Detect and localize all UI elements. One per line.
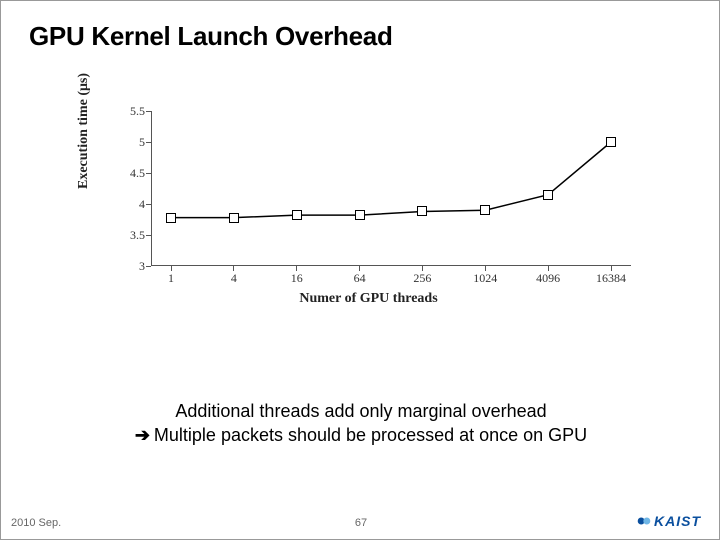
- footer-page-number: 67: [1, 517, 720, 529]
- x-tick-mark: [233, 266, 234, 271]
- x-tick-label: 16: [291, 271, 303, 286]
- caption-line-1: Additional threads add only marginal ove…: [1, 401, 720, 422]
- x-tick-label: 16384: [596, 271, 626, 286]
- data-point-marker: [606, 137, 616, 147]
- y-tick-label: 5.5: [115, 104, 145, 119]
- y-tick-label: 3.5: [115, 228, 145, 243]
- x-tick-mark: [422, 266, 423, 271]
- y-tick-label: 5: [115, 135, 145, 150]
- y-tick-mark: [146, 266, 151, 267]
- y-tick-mark: [146, 204, 151, 205]
- page-title: GPU Kernel Launch Overhead: [29, 21, 393, 52]
- y-tick-mark: [146, 235, 151, 236]
- y-tick-mark: [146, 142, 151, 143]
- x-tick-label: 64: [354, 271, 366, 286]
- chart: Execution time (μs) Numer of GPU threads…: [91, 101, 646, 311]
- logo-text: KAIST: [654, 513, 701, 529]
- data-point-marker: [480, 205, 490, 215]
- y-tick-mark: [146, 111, 151, 112]
- x-tick-label: 1: [168, 271, 174, 286]
- x-tick-label: 256: [413, 271, 431, 286]
- x-axis-label: Numer of GPU threads: [91, 291, 646, 307]
- y-tick-label: 4.5: [115, 166, 145, 181]
- logo-icon: [637, 514, 651, 528]
- data-point-marker: [543, 190, 553, 200]
- arrow-right-icon: ➔: [135, 425, 150, 445]
- data-point-marker: [417, 206, 427, 216]
- y-tick-label: 3: [115, 259, 145, 274]
- slide: GPU Kernel Launch Overhead Execution tim…: [0, 0, 720, 540]
- x-tick-mark: [296, 266, 297, 271]
- x-tick-mark: [548, 266, 549, 271]
- x-tick-mark: [485, 266, 486, 271]
- data-point-marker: [292, 210, 302, 220]
- y-tick-mark: [146, 173, 151, 174]
- data-point-marker: [166, 213, 176, 223]
- x-tick-mark: [359, 266, 360, 271]
- x-tick-label: 1024: [473, 271, 497, 286]
- x-tick-label: 4096: [536, 271, 560, 286]
- x-tick-mark: [171, 266, 172, 271]
- x-tick-label: 4: [231, 271, 237, 286]
- chart-line: [151, 111, 631, 266]
- caption-line-2: ➔Multiple packets should be processed at…: [1, 425, 720, 446]
- caption-line-2-text: Multiple packets should be processed at …: [154, 425, 587, 445]
- x-tick-mark: [611, 266, 612, 271]
- data-point-marker: [229, 213, 239, 223]
- y-axis-label: Execution time (μs): [76, 73, 92, 189]
- y-tick-label: 4: [115, 197, 145, 212]
- data-point-marker: [355, 210, 365, 220]
- footer-logo: KAIST: [637, 513, 701, 529]
